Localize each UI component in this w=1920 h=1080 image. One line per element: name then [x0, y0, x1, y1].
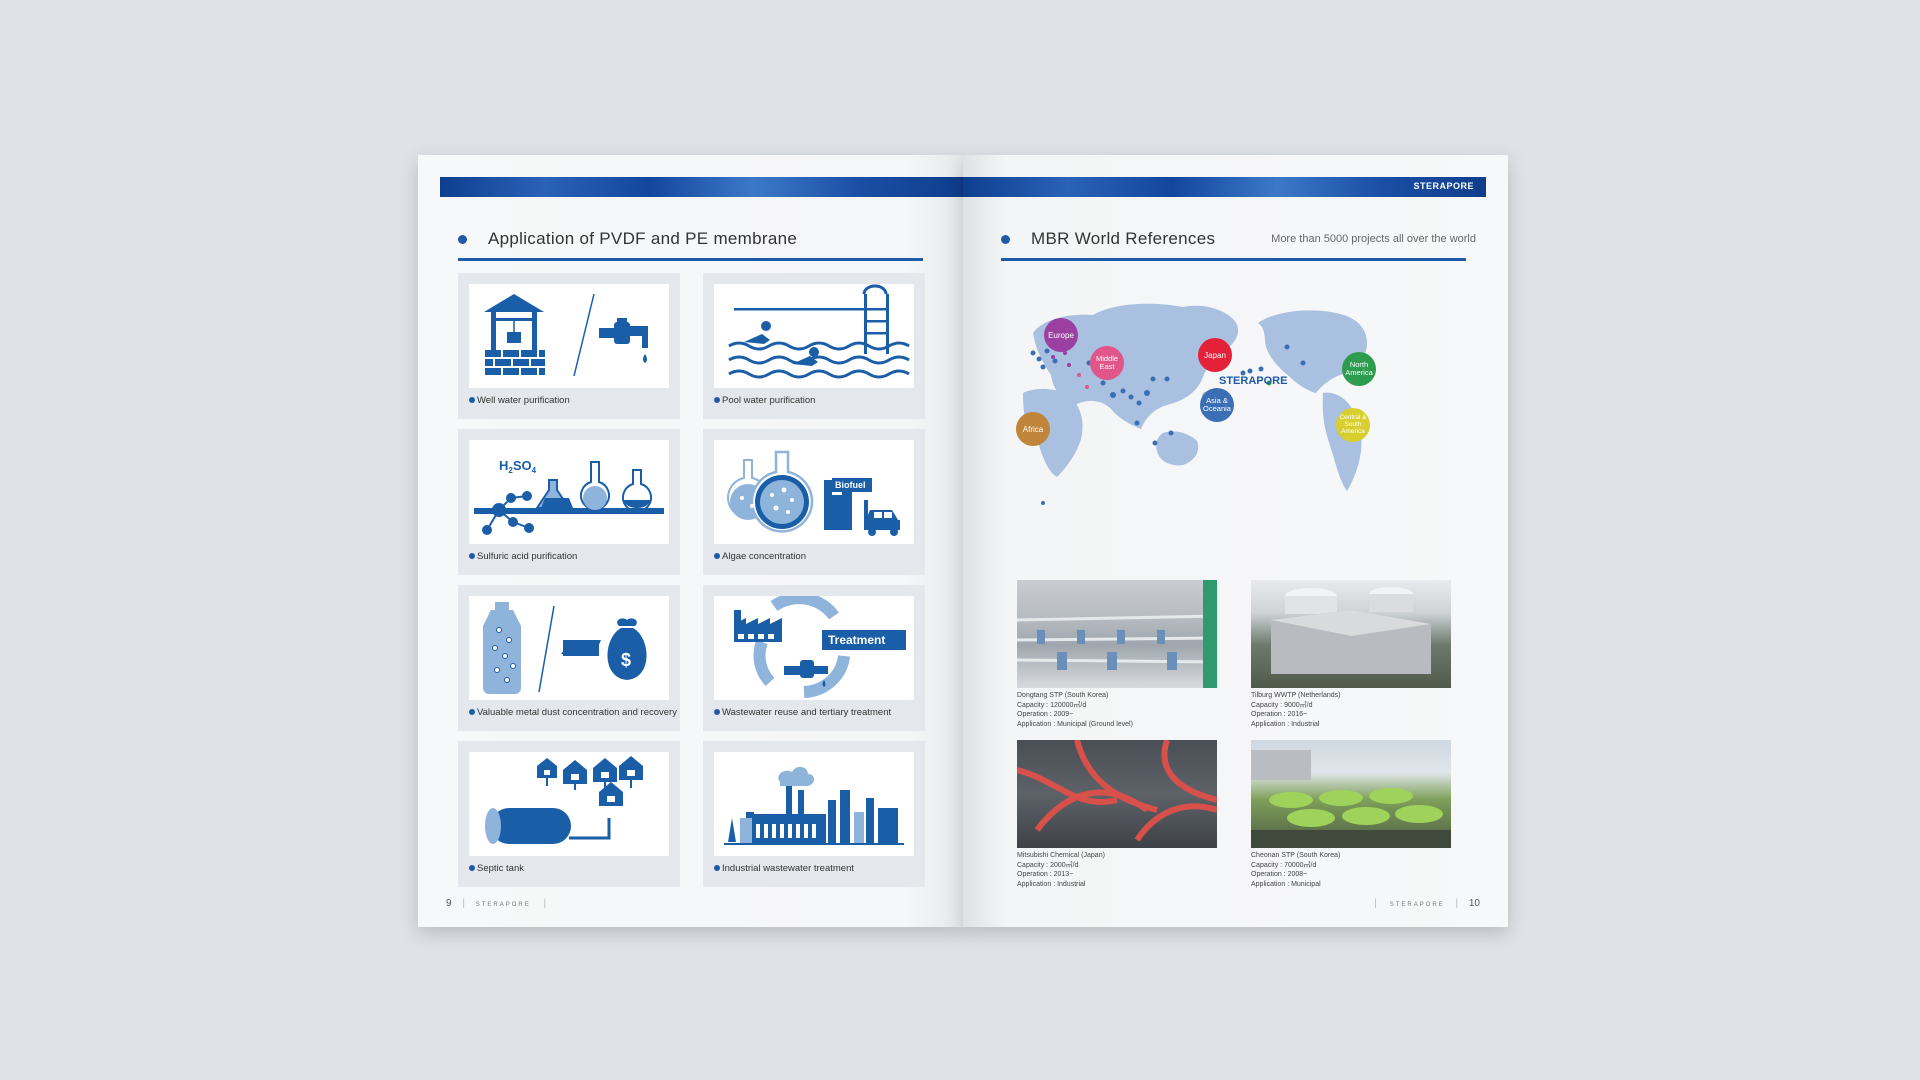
- flask-molecule-icon: H2SO4: [469, 440, 669, 544]
- svg-text:Japan: Japan: [1204, 351, 1226, 360]
- pool-swimmer-icon: [714, 284, 914, 388]
- application-caption: Algae concentration: [714, 551, 806, 562]
- top-banner-right: STERAPORE: [963, 177, 1486, 197]
- well-and-tap-icon: [469, 284, 669, 388]
- bullet-dot-icon: [458, 235, 467, 244]
- svg-text:America: America: [1345, 368, 1373, 377]
- reference-photo-tilburg: [1251, 580, 1451, 688]
- factory-recycle-icon: Treatment: [714, 596, 914, 700]
- left-page-number: 9: [446, 898, 452, 909]
- map-brand: STERAPORE: [1219, 375, 1287, 387]
- industrial-plant-icon: [714, 752, 914, 856]
- region-europe-marker: Europe: [1044, 318, 1078, 352]
- reference-caption-tilburg: Tilburg WWTP (Netherlands) Capacity : 90…: [1251, 692, 1341, 728]
- dollar-sign: $: [621, 650, 631, 670]
- treatment-label: Treatment: [828, 633, 885, 647]
- left-section-title: Application of PVDF and PE membrane: [488, 229, 798, 248]
- formula-sub-4: 4: [532, 466, 537, 475]
- right-page-number: 10: [1468, 898, 1480, 909]
- region-central-south-america-marker: Central & South America: [1336, 408, 1370, 442]
- application-caption: Valuable metal dust concentration and re…: [469, 707, 677, 718]
- application-caption: Industrial wastewater treatment: [714, 863, 854, 874]
- application-caption: Sulfuric acid purification: [469, 551, 577, 562]
- svg-text:Oceania: Oceania: [1203, 404, 1232, 413]
- brochure-spread: Application of PVDF and PE membrane Well…: [418, 155, 1508, 927]
- svg-text:Europe: Europe: [1048, 331, 1074, 340]
- reference-photo-cheonan: [1251, 740, 1451, 848]
- svg-text:America: America: [1341, 428, 1365, 435]
- right-section-subtitle: More than 5000 projects all over the wor…: [1271, 233, 1476, 245]
- septic-tank-houses-icon: [469, 752, 669, 856]
- region-africa-marker: Africa: [1016, 412, 1050, 446]
- svg-text:H2SO4: H2SO4: [499, 458, 537, 475]
- region-japan-marker: Japan: [1198, 338, 1232, 372]
- region-north-america-marker: North America: [1342, 352, 1376, 386]
- application-card-industrial: Industrial wastewater treatment: [703, 741, 925, 887]
- application-card-reuse: Treatment Wastewater reuse and tertiary …: [703, 585, 925, 731]
- bottle-money-bag-icon: $: [469, 596, 669, 700]
- reference-caption-cheonan: Cheonan STP (South Korea) Capacity : 700…: [1251, 852, 1341, 888]
- left-page: Application of PVDF and PE membrane Well…: [418, 155, 963, 927]
- left-footer: 9 | STERAPORE |: [446, 898, 547, 909]
- right-page: STERAPORE MBR World References More than…: [963, 155, 1508, 927]
- scene: Application of PVDF and PE membrane Well…: [0, 0, 1920, 1080]
- left-section-rule: [458, 258, 923, 261]
- application-caption: Pool water purification: [714, 395, 815, 406]
- banner-brand: STERAPORE: [1413, 181, 1474, 191]
- right-section-title: MBR World References: [1031, 229, 1216, 248]
- algae-flask-icon: Biofuel: [714, 440, 914, 544]
- reference-caption-dongtang: Dongtang STP (South Korea) Capacity : 12…: [1017, 692, 1133, 728]
- right-section-rule: [1001, 258, 1466, 261]
- right-section-header: MBR World References More than 5000 proj…: [1001, 227, 1476, 255]
- right-footer-brand: STERAPORE: [1389, 902, 1445, 908]
- svg-text:Africa: Africa: [1023, 425, 1044, 434]
- reference-photo-mitsubishi: [1017, 740, 1217, 848]
- application-card-septic: Septic tank: [458, 741, 680, 887]
- formula-so: SO: [513, 458, 532, 473]
- application-card-pool: Pool water purification: [703, 273, 925, 419]
- world-map: Europe Middle East Japan Asia & Oceania: [1003, 283, 1473, 528]
- application-caption: Wastewater reuse and tertiary treatment: [714, 707, 891, 718]
- application-card-algae: Biofuel Algae concentration: [703, 429, 925, 575]
- svg-text:Central &: Central &: [1339, 414, 1367, 421]
- right-footer: | STERAPORE | 10: [1374, 898, 1480, 909]
- application-card-metal: $ Valuable metal dust concentration and …: [458, 585, 680, 731]
- svg-text:East: East: [1099, 362, 1115, 371]
- application-card-well: Well water purification: [458, 273, 680, 419]
- biofuel-label: Biofuel: [835, 480, 866, 490]
- application-caption: Septic tank: [469, 863, 524, 874]
- formula-h: H: [499, 458, 508, 473]
- left-footer-brand: STERAPORE: [475, 902, 531, 908]
- left-section-header: Application of PVDF and PE membrane: [458, 227, 898, 255]
- application-caption: Well water purification: [469, 395, 570, 406]
- svg-text:South: South: [1345, 421, 1362, 428]
- application-card-sulfuric: H2SO4 Sulfuric acid purification: [458, 429, 680, 575]
- bullet-dot-icon: [1001, 235, 1010, 244]
- region-asia-oceania-marker: Asia & Oceania: [1200, 388, 1234, 422]
- reference-caption-mitsubishi: Mitsubishi Chemical (Japan) Capacity : 2…: [1017, 852, 1105, 888]
- reference-photo-dongtang: [1017, 580, 1217, 688]
- region-middle-east-marker: Middle East: [1090, 346, 1124, 380]
- top-banner-left: [440, 177, 963, 197]
